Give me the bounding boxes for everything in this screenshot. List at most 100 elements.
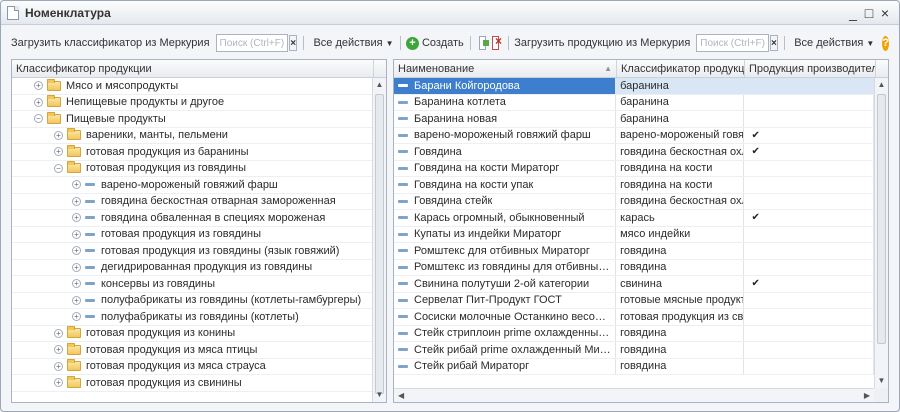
table-row[interactable]: Карась огромный, обыкновенный карась ✔ bbox=[394, 210, 874, 227]
maximize-button[interactable]: □ bbox=[861, 5, 877, 21]
delete-icon[interactable] bbox=[492, 34, 502, 50]
check-icon: ✔ bbox=[751, 146, 760, 158]
table-row[interactable]: Говядина на кости Мираторг говядина на ко… bbox=[394, 160, 874, 177]
expand-icon[interactable]: + bbox=[54, 147, 63, 157]
table-row[interactable]: Стейк стриплоин prime охлажденный Мир...… bbox=[394, 325, 874, 342]
expand-icon[interactable]: + bbox=[54, 378, 63, 388]
table-row[interactable]: Говядина на кости упак говядина на кости bbox=[394, 177, 874, 194]
expand-icon[interactable]: + bbox=[54, 328, 63, 338]
products-actions-menu[interactable]: Все действия ▼ bbox=[794, 37, 874, 49]
cell-name-text: Баранина новая bbox=[414, 112, 498, 125]
tree-row-label: Пищевые продукты bbox=[66, 112, 166, 125]
cell-classifier: говядина бескостная охл... bbox=[616, 144, 744, 160]
tree-row[interactable]: − Пищевые продукты bbox=[12, 111, 372, 128]
table-row[interactable]: Свинина полутуши 2-ой категории свинина ✔ bbox=[394, 276, 874, 293]
tree-column-header[interactable]: Классификатор продукции bbox=[12, 60, 374, 77]
tree-row[interactable]: + вареники, манты, пельмени bbox=[12, 128, 372, 144]
item-icon bbox=[85, 298, 95, 302]
tree-row-label: варено-мороженый говяжий фарш bbox=[101, 178, 278, 191]
tree-row[interactable]: + готовая продукция из мяса птицы bbox=[12, 342, 372, 359]
item-icon bbox=[398, 216, 408, 220]
scroll-up-icon[interactable]: ▲ bbox=[373, 78, 386, 92]
scroll-down-icon[interactable]: ▼ bbox=[373, 388, 386, 402]
item-icon bbox=[398, 249, 408, 253]
tree-row[interactable]: + полуфабрикаты из говядины (котлеты-гамб… bbox=[12, 293, 372, 309]
expand-icon[interactable]: + bbox=[34, 81, 43, 91]
expand-icon[interactable]: + bbox=[72, 246, 81, 256]
table-vertical-scrollbar[interactable]: ▲ ▼ bbox=[874, 78, 888, 388]
expand-icon[interactable]: + bbox=[72, 295, 81, 305]
table-row[interactable]: Сервелат Пит-Продукт ГОСТ готовые мясные … bbox=[394, 292, 874, 309]
collapse-icon[interactable]: − bbox=[54, 163, 63, 173]
close-button[interactable]: × bbox=[877, 5, 893, 21]
tree-row[interactable]: + варено-мороженый говяжий фарш bbox=[12, 177, 372, 194]
table-row[interactable]: Сосиски молочные Останкино весовые готова… bbox=[394, 309, 874, 326]
tree-row[interactable]: − готовая продукция из говядины bbox=[12, 161, 372, 177]
tree-row[interactable]: + готовая продукция из конины bbox=[12, 326, 372, 342]
classifier-search-clear-icon[interactable]: × bbox=[289, 35, 298, 51]
scroll-up-icon[interactable]: ▲ bbox=[875, 78, 888, 92]
tree-row[interactable]: + полуфабрикаты из говядины (котлеты) bbox=[12, 309, 372, 326]
tree-row[interactable]: + говядина бескостная отварная замороженн… bbox=[12, 194, 372, 210]
tree-row[interactable]: + готовая продукция из говядины (язык гов… bbox=[12, 243, 372, 260]
expand-icon[interactable]: + bbox=[54, 130, 63, 140]
expand-icon[interactable]: + bbox=[72, 262, 81, 272]
expand-icon[interactable]: + bbox=[54, 361, 63, 371]
scroll-down-icon[interactable]: ▼ bbox=[875, 374, 888, 388]
table-row[interactable]: Баранина котлета баранина bbox=[394, 94, 874, 111]
create-button[interactable]: + Создать bbox=[405, 36, 464, 50]
tree-scroll-thumb[interactable] bbox=[375, 94, 384, 394]
expand-icon[interactable]: + bbox=[72, 180, 81, 190]
tree-row[interactable]: + дегидрированная продукция из говядины bbox=[12, 260, 372, 276]
column-header-name[interactable]: Наименование ▲ bbox=[394, 60, 617, 77]
minimize-button[interactable]: _ bbox=[845, 5, 861, 21]
table-row[interactable]: Барани Койгородова баранина bbox=[394, 78, 874, 95]
table-row[interactable]: Стейк рибай prime охлажденный Мираторг..… bbox=[394, 342, 874, 359]
table-row[interactable]: Говядина говядина бескостная охл... ✔ bbox=[394, 144, 874, 161]
copy-icon[interactable] bbox=[479, 36, 489, 50]
help-icon[interactable]: ? bbox=[882, 35, 890, 51]
item-icon bbox=[398, 348, 408, 352]
collapse-icon[interactable]: − bbox=[34, 114, 43, 124]
expand-icon[interactable]: + bbox=[72, 229, 81, 239]
tree-vertical-scrollbar[interactable]: ▲ ▼ bbox=[372, 78, 386, 402]
expand-icon[interactable]: + bbox=[34, 97, 43, 107]
tree-row[interactable]: + консервы из говядины bbox=[12, 276, 372, 293]
cell-producer bbox=[744, 358, 874, 374]
scroll-left-icon[interactable]: ◀ bbox=[398, 391, 404, 400]
table-scroll-thumb[interactable] bbox=[877, 94, 886, 344]
classifier-actions-menu[interactable]: Все действия ▼ bbox=[313, 37, 393, 49]
table-row[interactable]: Стейк рибай Мираторг говядина bbox=[394, 358, 874, 375]
table-row[interactable]: варено-мороженый говяжий фарш варено-моро… bbox=[394, 127, 874, 144]
column-header-classifier[interactable]: Классификатор продукции bbox=[617, 60, 745, 77]
products-search-clear-icon[interactable]: × bbox=[769, 35, 778, 51]
expand-icon[interactable]: + bbox=[54, 345, 63, 355]
expand-icon[interactable]: + bbox=[72, 213, 81, 223]
tree-row[interactable]: + Непищевые продукты и другое bbox=[12, 95, 372, 111]
classifier-search-input[interactable]: Поиск (Ctrl+F) bbox=[215, 34, 289, 52]
tree-row[interactable]: + готовая продукция из баранины bbox=[12, 144, 372, 161]
table-row[interactable]: Баранина новая баранина bbox=[394, 111, 874, 128]
load-products-button[interactable]: Загрузить продукцию из Меркурия bbox=[514, 37, 690, 49]
expand-icon[interactable]: + bbox=[72, 312, 81, 322]
column-header-producer[interactable]: Продукция производителя bbox=[745, 60, 876, 77]
expand-icon[interactable]: + bbox=[72, 279, 81, 289]
table-horizontal-scrollbar[interactable]: ◀ ▶ bbox=[394, 388, 874, 402]
expand-icon[interactable]: + bbox=[72, 196, 81, 206]
tree-row[interactable]: + Мясо и мясопродукты bbox=[12, 78, 372, 95]
table-row[interactable]: Ромштекс из говядины для отбивных Ми... г… bbox=[394, 259, 874, 276]
table-row[interactable]: Купаты из индейки Мираторг мясо индейки bbox=[394, 226, 874, 243]
tree-row[interactable]: + готовая продукция из говядины bbox=[12, 227, 372, 243]
table-row[interactable]: Ромштекс для отбивных Мираторг говядина bbox=[394, 243, 874, 260]
table-row[interactable]: Говядина стейк говядина бескостная охл... bbox=[394, 193, 874, 210]
folder-icon bbox=[67, 342, 81, 355]
cell-producer: ✔ bbox=[744, 127, 874, 143]
tree-row[interactable]: + готовая продукция из свинины bbox=[12, 375, 372, 392]
load-classifier-button[interactable]: Загрузить классификатор из Меркурия bbox=[11, 37, 210, 49]
tree-row[interactable]: + готовая продукция из мяса страуса bbox=[12, 359, 372, 375]
products-search-input[interactable]: Поиск (Ctrl+F) bbox=[696, 34, 769, 52]
scroll-right-icon[interactable]: ▶ bbox=[864, 391, 870, 400]
tree-row[interactable]: + говядина обваленная в специях мороженая bbox=[12, 210, 372, 227]
cell-producer bbox=[744, 243, 874, 259]
cell-name: Сервелат Пит-Продукт ГОСТ bbox=[394, 292, 617, 308]
